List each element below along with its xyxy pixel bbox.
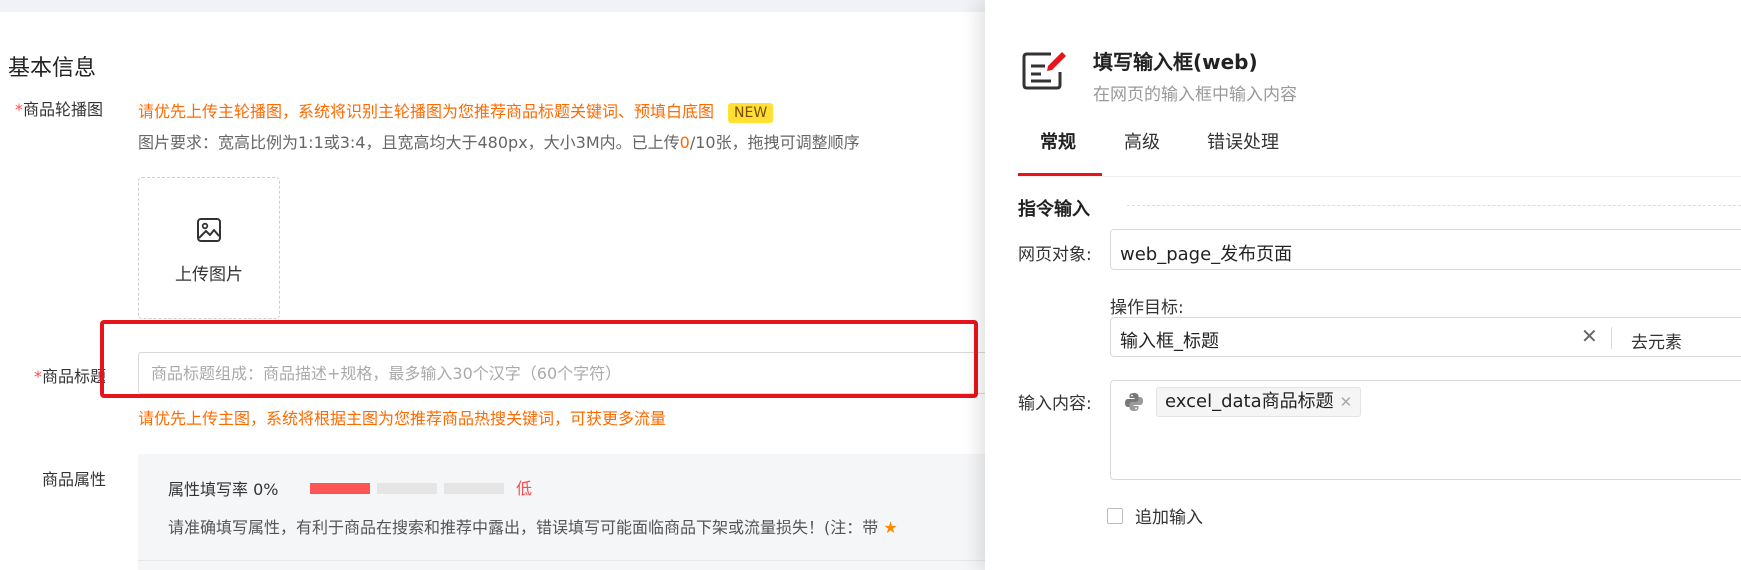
fill-rate-level: 低 <box>516 479 533 498</box>
carousel-label: *商品轮播图 <box>15 96 103 120</box>
attributes-panel: 属性填写率 0% 低 请准确填写属性，有利于商品在搜索和推荐中露出，错误填写可能… <box>138 454 990 570</box>
variable-tag-label: excel_data商品标题 <box>1165 391 1334 412</box>
tag-close-icon[interactable]: ✕ <box>1340 393 1353 411</box>
image-req-prefix: 图片要求：宽高比例为1:1或3:4，且宽高均大于480px，大小3M内。已上传 <box>138 133 680 152</box>
upload-image-label: 上传图片 <box>175 265 243 285</box>
attributes-note-text: 请准确填写属性，有利于商品在搜索和推荐中露出，错误填写可能面临商品下架或流量损失… <box>168 518 879 537</box>
fill-rate-segment-2 <box>377 483 437 494</box>
variable-tag: excel_data商品标题 ✕ <box>1156 387 1362 417</box>
tab-error-handling[interactable]: 错误处理 <box>1207 128 1279 154</box>
append-input-label: 追加输入 <box>1135 508 1203 528</box>
python-icon <box>1125 393 1143 411</box>
action-config-drawer: 填写输入框(web) 在网页的输入框中输入内容 常规 高级 错误处理 指令输入 … <box>985 0 1741 570</box>
carousel-hint-text: 请优先上传主轮播图，系统将识别主轮播图为您推荐商品标题关键词、预填白底图 <box>138 102 715 121</box>
section-title: 基本信息 <box>8 56 97 81</box>
title-hint: 请优先上传主图，系统将根据主图为您推荐商品热搜关键词，可获更多流量 <box>138 409 667 428</box>
carousel-hint: 请优先上传主轮播图，系统将识别主轮播图为您推荐商品标题关键词、预填白底图 NEW <box>138 98 774 123</box>
star-icon: ★ <box>883 518 898 537</box>
fill-rate-segment-1 <box>310 483 370 494</box>
carousel-label-text: 商品轮播图 <box>23 100 104 119</box>
target-select[interactable]: 输入框_标题 ✕ 去元素 <box>1110 317 1741 357</box>
title-label: *商品标题 <box>34 363 106 387</box>
attributes-note: 请准确填写属性，有利于商品在搜索和推荐中露出，错误填写可能面临商品下架或流量损失… <box>168 514 898 538</box>
new-badge: NEW <box>728 102 774 123</box>
attributes-label: 商品属性 <box>42 470 107 489</box>
tabs-divider <box>1018 176 1741 177</box>
title-label-text: 商品标题 <box>42 367 107 386</box>
tab-general[interactable]: 常规 <box>1040 128 1076 154</box>
fill-rate-label: 属性填写率 0% <box>168 480 279 499</box>
web-object-value: web_page_发布页面 <box>1120 244 1293 265</box>
divider <box>1611 327 1612 349</box>
uploaded-count: 0 <box>679 133 690 152</box>
input-content-field[interactable]: excel_data商品标题 ✕ <box>1110 380 1741 480</box>
product-form-page: 基本信息 *商品轮播图 请优先上传主轮播图，系统将识别主轮播图为您推荐商品标题关… <box>0 12 1000 570</box>
image-icon <box>197 218 221 242</box>
input-content-label: 输入内容: <box>1018 394 1092 414</box>
append-input-checkbox[interactable] <box>1107 508 1123 524</box>
fill-rate-segment-3 <box>444 483 504 494</box>
web-object-select[interactable]: web_page_发布页面 <box>1110 229 1741 270</box>
divider <box>138 560 990 561</box>
edit-document-icon <box>1022 52 1066 90</box>
image-req-suffix: /10张，拖拽可调整顺序 <box>689 133 860 152</box>
group-title: 指令输入 <box>1018 199 1090 220</box>
target-label: 操作目标: <box>1110 298 1184 318</box>
target-value: 输入框_标题 <box>1120 331 1219 352</box>
upload-image-button[interactable]: 上传图片 <box>138 177 280 319</box>
locate-element-button[interactable]: 去元素 <box>1631 328 1682 353</box>
group-divider <box>1127 205 1741 206</box>
clear-icon[interactable]: ✕ <box>1581 324 1598 348</box>
product-title-input[interactable] <box>138 352 1000 394</box>
required-mark: * <box>15 100 23 119</box>
tab-advanced[interactable]: 高级 <box>1124 128 1160 154</box>
active-tab-indicator <box>1018 173 1102 176</box>
drawer-title: 填写输入框(web) <box>1093 50 1258 74</box>
drawer-subtitle: 在网页的输入框中输入内容 <box>1093 85 1297 105</box>
required-mark: * <box>34 367 42 386</box>
image-requirements: 图片要求：宽高比例为1:1或3:4，且宽高均大于480px，大小3M内。已上传0… <box>138 129 860 153</box>
web-object-label: 网页对象: <box>1018 245 1092 265</box>
